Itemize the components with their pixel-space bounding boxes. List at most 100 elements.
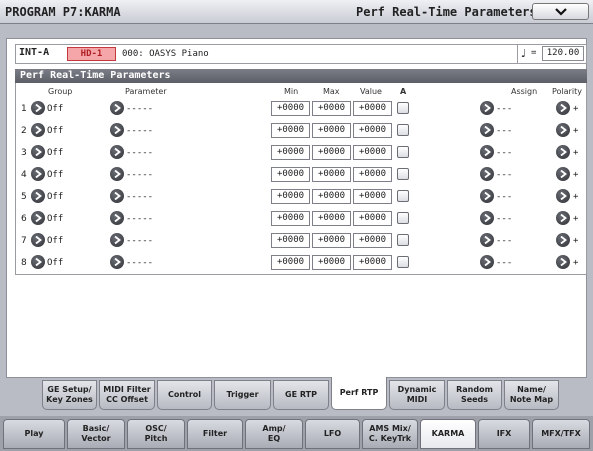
polarity-value[interactable]: + bbox=[573, 170, 578, 180]
parameter-value[interactable]: ----- bbox=[126, 236, 153, 246]
max-field[interactable]: +0000 bbox=[312, 189, 351, 204]
main-tab-karma[interactable]: KARMA bbox=[420, 419, 476, 449]
main-tab-lfo[interactable]: LFO bbox=[305, 419, 360, 449]
max-field[interactable]: +0000 bbox=[312, 233, 351, 248]
group-value[interactable]: Off bbox=[47, 192, 63, 202]
polarity-select-button[interactable] bbox=[556, 233, 570, 247]
group-value[interactable]: Off bbox=[47, 148, 63, 158]
assign-value[interactable]: --- bbox=[496, 214, 512, 224]
group-value[interactable]: Off bbox=[47, 236, 63, 246]
polarity-select-button[interactable] bbox=[556, 145, 570, 159]
a-checkbox[interactable] bbox=[397, 124, 409, 136]
polarity-select-button[interactable] bbox=[556, 211, 570, 225]
main-tab-amp-eq[interactable]: Amp/ EQ bbox=[245, 419, 303, 449]
max-field[interactable]: +0000 bbox=[312, 101, 351, 116]
main-tab-filter[interactable]: Filter bbox=[187, 419, 243, 449]
group-value[interactable]: Off bbox=[47, 214, 63, 224]
min-field[interactable]: +0000 bbox=[271, 233, 310, 248]
assign-value[interactable]: --- bbox=[496, 104, 512, 114]
group-value[interactable]: Off bbox=[47, 104, 63, 114]
min-field[interactable]: +0000 bbox=[271, 255, 310, 270]
parameter-value[interactable]: ----- bbox=[126, 104, 153, 114]
assign-select-button[interactable] bbox=[480, 189, 494, 203]
parameter-value[interactable]: ----- bbox=[126, 148, 153, 158]
value-field[interactable]: +0000 bbox=[353, 189, 392, 204]
group-select-button[interactable] bbox=[31, 145, 45, 159]
value-field[interactable]: +0000 bbox=[353, 101, 392, 116]
sub-tab-control[interactable]: Control bbox=[157, 380, 212, 410]
tempo-field[interactable]: 120.00 bbox=[542, 46, 584, 61]
sub-tab-perf-rtp[interactable]: Perf RTP bbox=[331, 377, 387, 410]
max-field[interactable]: +0000 bbox=[312, 145, 351, 160]
value-field[interactable]: +0000 bbox=[353, 211, 392, 226]
sub-tab-ge-rtp[interactable]: GE RTP bbox=[273, 380, 329, 410]
page-menu-button[interactable] bbox=[532, 3, 589, 20]
group-select-button[interactable] bbox=[31, 101, 45, 115]
sub-tab-dynamic-midi[interactable]: Dynamic MIDI bbox=[389, 380, 445, 410]
a-checkbox[interactable] bbox=[397, 234, 409, 246]
assign-value[interactable]: --- bbox=[496, 192, 512, 202]
min-field[interactable]: +0000 bbox=[271, 189, 310, 204]
polarity-select-button[interactable] bbox=[556, 255, 570, 269]
max-field[interactable]: +0000 bbox=[312, 167, 351, 182]
parameter-select-button[interactable] bbox=[110, 145, 124, 159]
parameter-value[interactable]: ----- bbox=[126, 170, 153, 180]
parameter-value[interactable]: ----- bbox=[126, 258, 153, 268]
max-field[interactable]: +0000 bbox=[312, 123, 351, 138]
polarity-value[interactable]: + bbox=[573, 104, 578, 114]
max-field[interactable]: +0000 bbox=[312, 211, 351, 226]
value-field[interactable]: +0000 bbox=[353, 123, 392, 138]
min-field[interactable]: +0000 bbox=[271, 123, 310, 138]
sub-tab-name-note-map[interactable]: Name/ Note Map bbox=[504, 380, 559, 410]
parameter-select-button[interactable] bbox=[110, 123, 124, 137]
value-field[interactable]: +0000 bbox=[353, 167, 392, 182]
parameter-select-button[interactable] bbox=[110, 189, 124, 203]
parameter-select-button[interactable] bbox=[110, 255, 124, 269]
main-tab-play[interactable]: Play bbox=[3, 419, 65, 449]
a-checkbox[interactable] bbox=[397, 212, 409, 224]
main-tab-basic-vector[interactable]: Basic/ Vector bbox=[67, 419, 125, 449]
parameter-value[interactable]: ----- bbox=[126, 214, 153, 224]
assign-select-button[interactable] bbox=[480, 255, 494, 269]
sub-tab-trigger[interactable]: Trigger bbox=[214, 380, 271, 410]
parameter-select-button[interactable] bbox=[110, 233, 124, 247]
group-select-button[interactable] bbox=[31, 233, 45, 247]
a-checkbox[interactable] bbox=[397, 102, 409, 114]
assign-select-button[interactable] bbox=[480, 167, 494, 181]
group-select-button[interactable] bbox=[31, 189, 45, 203]
value-field[interactable]: +0000 bbox=[353, 145, 392, 160]
group-select-button[interactable] bbox=[31, 211, 45, 225]
assign-select-button[interactable] bbox=[480, 123, 494, 137]
polarity-value[interactable]: + bbox=[573, 148, 578, 158]
assign-value[interactable]: --- bbox=[496, 258, 512, 268]
min-field[interactable]: +0000 bbox=[271, 145, 310, 160]
main-tab-osc-pitch[interactable]: OSC/ Pitch bbox=[127, 419, 185, 449]
group-select-button[interactable] bbox=[31, 123, 45, 137]
main-tab-ifx[interactable]: IFX bbox=[478, 419, 530, 449]
parameter-select-button[interactable] bbox=[110, 167, 124, 181]
group-value[interactable]: Off bbox=[47, 258, 63, 268]
main-tab-mfx-tfx[interactable]: MFX/TFX bbox=[532, 419, 590, 449]
polarity-select-button[interactable] bbox=[556, 189, 570, 203]
polarity-value[interactable]: + bbox=[573, 236, 578, 246]
value-field[interactable]: +0000 bbox=[353, 233, 392, 248]
polarity-value[interactable]: + bbox=[573, 258, 578, 268]
value-field[interactable]: +0000 bbox=[353, 255, 392, 270]
group-select-button[interactable] bbox=[31, 167, 45, 181]
sub-tab-midi-filter-cc-offset[interactable]: MIDI Filter CC Offset bbox=[99, 380, 155, 410]
sub-tab-random-seeds[interactable]: Random Seeds bbox=[447, 380, 502, 410]
min-field[interactable]: +0000 bbox=[271, 167, 310, 182]
assign-select-button[interactable] bbox=[480, 145, 494, 159]
assign-value[interactable]: --- bbox=[496, 126, 512, 136]
min-field[interactable]: +0000 bbox=[271, 211, 310, 226]
polarity-select-button[interactable] bbox=[556, 101, 570, 115]
main-tab-ams-mix-c-keytrk[interactable]: AMS Mix/ C. KeyTrk bbox=[362, 419, 418, 449]
assign-value[interactable]: --- bbox=[496, 148, 512, 158]
group-select-button[interactable] bbox=[31, 255, 45, 269]
parameter-value[interactable]: ----- bbox=[126, 126, 153, 136]
a-checkbox[interactable] bbox=[397, 146, 409, 158]
group-value[interactable]: Off bbox=[47, 170, 63, 180]
polarity-value[interactable]: + bbox=[573, 126, 578, 136]
polarity-value[interactable]: + bbox=[573, 192, 578, 202]
a-checkbox[interactable] bbox=[397, 256, 409, 268]
